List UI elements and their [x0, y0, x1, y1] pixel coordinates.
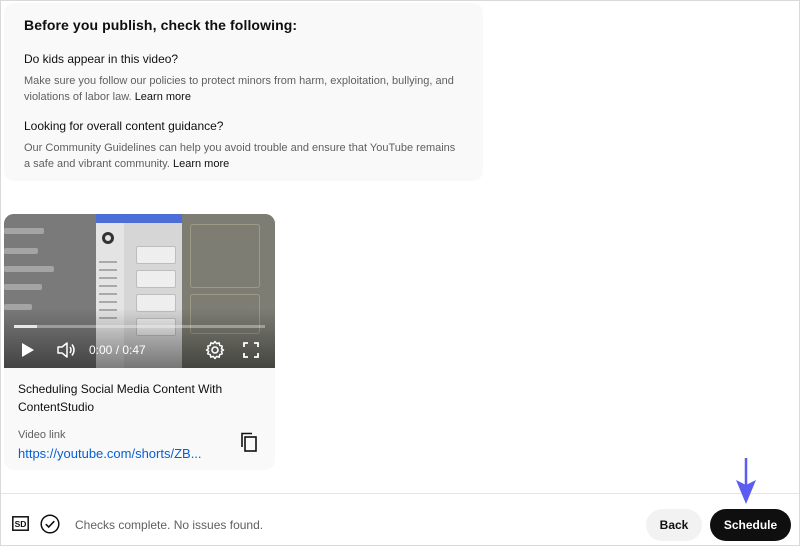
checklist-item-guidance: Looking for overall content guidance? Ou…	[24, 119, 463, 172]
check-circle-icon	[40, 514, 60, 534]
learn-more-link[interactable]: Learn more	[173, 158, 229, 170]
video-time: 0:00 / 0:47	[89, 343, 146, 357]
video-link[interactable]: https://youtube.com/shorts/ZB...	[18, 446, 202, 461]
checklist-item-heading: Looking for overall content guidance?	[24, 119, 224, 133]
checklist-title: Before you publish, check the following:	[24, 17, 298, 33]
fullscreen-button[interactable]	[239, 338, 263, 362]
video-progress-fill	[14, 325, 37, 328]
video-player[interactable]: 0:00 / 0:47	[4, 214, 275, 368]
play-icon	[22, 343, 34, 357]
checklist-item-heading: Do kids appear in this video?	[24, 52, 179, 66]
settings-button[interactable]	[203, 338, 227, 362]
checklist-item-body: Our Community Guidelines can help you av…	[24, 142, 456, 170]
gear-icon	[205, 340, 225, 360]
dialog-footer: SD Checks complete. No issues found. Bac…	[1, 493, 799, 545]
schedule-button[interactable]: Schedule	[710, 509, 791, 541]
volume-button[interactable]	[54, 338, 78, 362]
checks-status: Checks complete. No issues found.	[75, 518, 264, 532]
learn-more-link[interactable]: Learn more	[135, 91, 191, 103]
copy-link-button[interactable]	[240, 432, 262, 454]
checklist-item-body: Make sure you follow our policies to pro…	[24, 75, 454, 103]
checklist-item-kids: Do kids appear in this video? Make sure …	[24, 52, 463, 105]
checklist-item-text: Our Community Guidelines can help you av…	[24, 141, 463, 172]
svg-text:SD: SD	[15, 519, 27, 529]
fullscreen-icon	[243, 342, 259, 358]
video-title: Scheduling Social Media Content With Con…	[18, 382, 223, 414]
checklist-item-text: Make sure you follow our policies to pro…	[24, 74, 463, 105]
video-link-label: Video link	[18, 429, 66, 441]
video-progress-bar[interactable]	[14, 325, 265, 328]
video-preview-card: 0:00 / 0:47 Scheduling Social Media Cont…	[4, 214, 275, 470]
sd-quality-icon: SD	[12, 516, 29, 531]
back-button[interactable]: Back	[646, 509, 702, 541]
annotation-arrow-icon	[732, 456, 760, 508]
publish-checklist: Before you publish, check the following:…	[4, 3, 483, 181]
copy-icon	[241, 432, 257, 452]
play-button[interactable]	[16, 338, 40, 362]
volume-icon	[57, 342, 75, 358]
